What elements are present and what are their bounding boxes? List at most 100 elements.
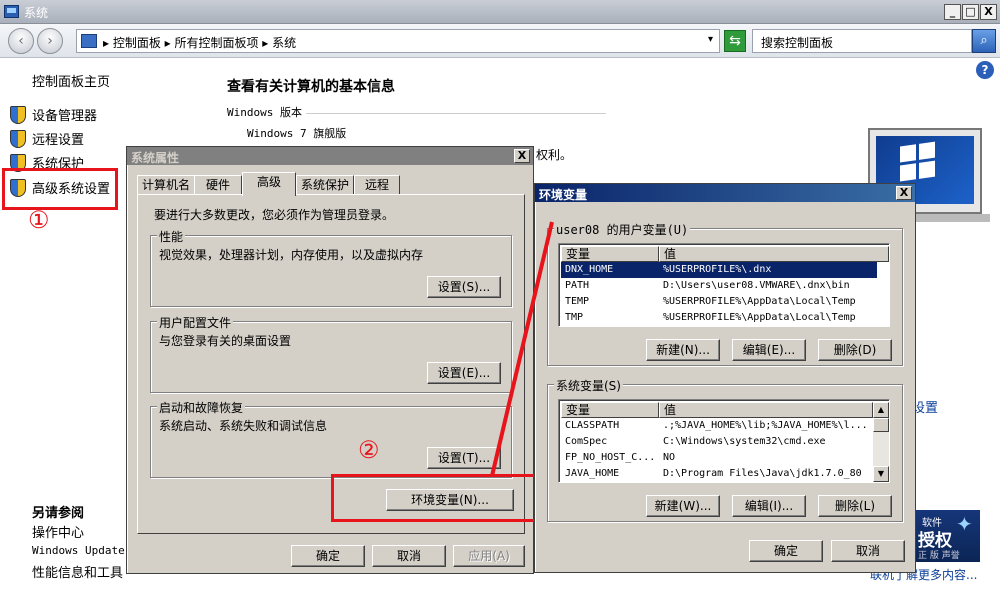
user-var-row[interactable]: DNX_HOME %USERPROFILE%\.dnx: [561, 262, 877, 278]
column-header-value[interactable]: 值: [659, 246, 889, 262]
performance-settings-button[interactable]: 设置(S)...: [427, 276, 501, 298]
device-manager-label: 设备管理器: [32, 109, 98, 124]
performance-description: 视觉效果，处理器计划，内存使用，以及虚拟内存: [159, 248, 424, 262]
forward-button[interactable]: ›: [37, 28, 63, 54]
user-profile-group: 用户配置文件 与您登录有关的桌面设置 设置(E)...: [150, 314, 512, 393]
env-cancel-button[interactable]: 取消: [831, 540, 905, 562]
scrollbar-thumb[interactable]: [873, 418, 889, 432]
device-manager-link[interactable]: 设备管理器: [10, 105, 97, 124]
column-header-variable[interactable]: 变量: [561, 402, 659, 418]
windows-update-link[interactable]: Windows Update: [32, 544, 125, 557]
genuine-software-badge[interactable]: 软件 授权 正 版 声誉 ✦: [912, 510, 980, 562]
var-value: %USERPROFILE%\AppData\Local\Temp: [663, 296, 856, 307]
system-new-button[interactable]: 新建(W)...: [646, 495, 720, 517]
close-icon[interactable]: X: [514, 149, 530, 163]
performance-group: 性能 视觉效果，处理器计划，内存使用，以及虚拟内存 设置(S)...: [150, 228, 512, 307]
breadcrumb[interactable]: ▸ 控制面板 ▸ 所有控制面板项 ▸ 系统 ▾: [76, 29, 720, 53]
window-title: 系统: [24, 6, 49, 20]
var-name: TEMP: [565, 296, 590, 307]
user-profile-description: 与您登录有关的桌面设置: [159, 334, 292, 348]
tab-hardware[interactable]: 硬件: [194, 175, 242, 195]
system-var-row[interactable]: CLASSPATH .;%JAVA_HOME%\lib;%JAVA_HOME%\…: [561, 418, 873, 434]
refresh-icon[interactable]: ⇆: [724, 30, 746, 52]
user-var-row[interactable]: PATH D:\Users\user08.VMWARE\.dnx\bin: [561, 278, 877, 294]
search-icon[interactable]: ⌕: [972, 29, 996, 53]
scroll-up-icon[interactable]: ▲: [873, 402, 889, 418]
help-icon[interactable]: ?: [976, 61, 994, 79]
var-name: ComSpec: [565, 436, 608, 447]
user-delete-button[interactable]: 删除(D): [818, 339, 892, 361]
system-var-row[interactable]: FP_NO_HOST_C... NO: [561, 450, 873, 466]
annotation-highlight-box-2: [331, 474, 537, 522]
annotation-step-2: ②: [358, 436, 380, 464]
back-button[interactable]: ‹: [8, 28, 34, 54]
system-var-row[interactable]: JAVA_HOME D:\Program Files\Java\jdk1.7.0…: [561, 466, 873, 482]
uac-shield-icon: [10, 106, 26, 124]
environment-variables-dialog: 环境变量 X user08 的用户变量(U) 变量 值 DNX_HOME %US…: [534, 183, 916, 573]
system-variables-list[interactable]: 变量 值 CLASSPATH .;%JAVA_HOME%\lib;%JAVA_H…: [558, 399, 890, 483]
user-profile-settings-button[interactable]: 设置(E)...: [427, 362, 501, 384]
breadcrumb-path[interactable]: ▸ 控制面板 ▸ 所有控制面板项 ▸ 系统: [103, 34, 296, 51]
search-input[interactable]: 搜索控制面板: [752, 29, 972, 53]
close-window-button[interactable]: X: [980, 4, 997, 20]
close-icon[interactable]: X: [896, 186, 912, 200]
admin-note: 要进行大多数更改，您必须作为管理员登录。: [154, 208, 395, 222]
var-name: CLASSPATH: [565, 420, 620, 431]
system-window-icon: [4, 5, 19, 18]
var-name: FP_NO_HOST_C...: [565, 452, 656, 463]
ok-button[interactable]: 确定: [291, 545, 365, 567]
dialog-title: 环境变量: [539, 188, 588, 202]
apply-button[interactable]: 应用(A): [453, 545, 525, 567]
startup-recovery-description: 系统启动、系统失败和调试信息: [159, 419, 328, 433]
page-title: 查看有关计算机的基本信息: [227, 79, 395, 95]
user-variables-list[interactable]: 变量 值 DNX_HOME %USERPROFILE%\.dnx PATH D:…: [558, 243, 890, 327]
windows-edition: Windows 7 旗舰版: [247, 127, 347, 140]
minimize-button[interactable]: _: [944, 4, 961, 20]
control-panel-home-link[interactable]: 控制面板主页: [32, 71, 110, 90]
action-center-link[interactable]: 操作中心: [32, 522, 84, 541]
env-ok-button[interactable]: 确定: [749, 540, 823, 562]
performance-group-label: 性能: [157, 228, 186, 245]
startup-recovery-group-label: 启动和故障恢复: [157, 399, 246, 416]
var-name: TMP: [565, 312, 584, 323]
scroll-down-icon[interactable]: ▼: [873, 466, 889, 482]
annotation-highlight-box-1: [2, 168, 118, 210]
tab-remote[interactable]: 远程: [354, 175, 400, 195]
user-var-row[interactable]: TMP %USERPROFILE%\AppData\Local\Temp: [561, 310, 877, 326]
var-name: PATH: [565, 280, 590, 291]
var-value: %USERPROFILE%\.dnx: [663, 264, 772, 275]
column-header-variable[interactable]: 变量: [561, 246, 659, 262]
maximize-button[interactable]: □: [962, 4, 979, 20]
performance-info-link[interactable]: 性能信息和工具: [32, 562, 123, 581]
system-edit-button[interactable]: 编辑(I)...: [732, 495, 806, 517]
see-also-heading: 另请参阅: [32, 506, 85, 521]
annotation-step-1: ①: [28, 206, 50, 234]
uac-shield-icon: [10, 130, 26, 148]
user-new-button[interactable]: 新建(N)...: [646, 339, 720, 361]
remote-settings-link[interactable]: 远程设置: [10, 129, 84, 148]
windows-version-section: Windows 版本: [227, 104, 606, 120]
user-var-row[interactable]: TEMP %USERPROFILE%\AppData\Local\Temp: [561, 294, 877, 310]
system-variables-group-label: 系统变量(S): [554, 377, 623, 394]
dialog-title: 系统属性: [131, 151, 180, 165]
var-value: .;%JAVA_HOME%\lib;%JAVA_HOME%\l...: [663, 420, 868, 431]
list-header: 变量 值: [561, 402, 873, 418]
address-toolbar: ‹ › ▸ 控制面板 ▸ 所有控制面板项 ▸ 系统 ▾ ⇆ 搜索控制面板 ⌕: [0, 24, 1000, 58]
user-profile-group-label: 用户配置文件: [157, 314, 234, 331]
system-variables-group: 系统变量(S) 变量 值 CLASSPATH .;%JAVA_HOME%\lib…: [547, 377, 903, 522]
column-header-value[interactable]: 值: [659, 402, 873, 418]
system-var-row[interactable]: ComSpec C:\Windows\system32\cmd.exe: [561, 434, 873, 450]
system-delete-button[interactable]: 删除(L): [818, 495, 892, 517]
star-icon: ✦: [956, 512, 973, 536]
system-vars-scrollbar[interactable]: ▲ ▼: [873, 402, 889, 482]
remote-settings-label: 远程设置: [32, 133, 85, 148]
var-value: C:\Windows\system32\cmd.exe: [663, 436, 826, 447]
cancel-button[interactable]: 取消: [372, 545, 446, 567]
tab-computer-name[interactable]: 计算机名: [137, 175, 195, 195]
chevron-down-icon[interactable]: ▾: [708, 34, 713, 45]
tab-system-protection[interactable]: 系统保护: [296, 175, 354, 195]
startup-settings-button[interactable]: 设置(T)...: [427, 447, 501, 469]
user-edit-button[interactable]: 编辑(E)...: [732, 339, 806, 361]
tab-advanced[interactable]: 高级: [242, 172, 296, 196]
dialog-titlebar: 系统属性 X: [127, 147, 533, 165]
